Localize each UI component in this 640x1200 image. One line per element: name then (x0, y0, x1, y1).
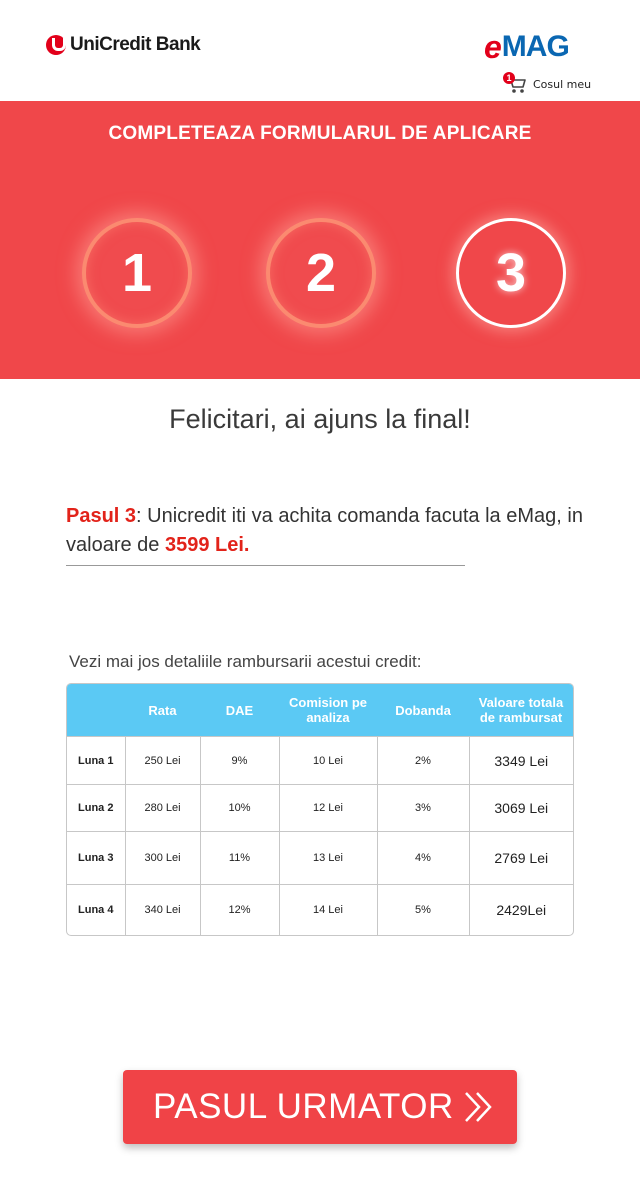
cart-link[interactable]: 1 Cosul meu (503, 72, 592, 96)
row-total: 3069 Lei (469, 784, 573, 832)
row-commission: 14 Lei (279, 884, 378, 935)
row-dae: 12% (200, 884, 280, 935)
double-chevron-right-icon (465, 1092, 492, 1122)
congrats-heading: Felicitari, ai ajuns la final! (169, 404, 471, 434)
table-caption: Vezi mai jos detaliile rambursarii acest… (69, 652, 422, 671)
row-dae: 10% (200, 784, 280, 832)
table-header-rata: Rata (125, 684, 200, 737)
step-1-number: 1 (121, 243, 153, 303)
table-header-valoare: Valoare totala de rambursat (469, 684, 573, 737)
banner-title: COMPLETEAZA FORMULARUL DE APLICARE (108, 123, 532, 144)
row-interest: 5% (377, 884, 470, 935)
row-rate: 280 Lei (125, 784, 201, 832)
step-2-number: 2 (305, 243, 337, 303)
emag-logo-mag: MAG (501, 30, 570, 63)
unicredit-logo-icon (46, 35, 66, 55)
row-dae: 9% (200, 736, 280, 785)
step-label: Pasul 3 (66, 505, 137, 527)
table-header-dae: DAE (200, 684, 279, 737)
row-rate: 250 Lei (125, 736, 201, 785)
next-step-button-label: PASUL URMATOR (153, 1087, 454, 1126)
row-commission: 10 Lei (279, 736, 378, 785)
row-total: 2429Lei (469, 884, 573, 935)
emag-logo-e: e (484, 28, 502, 65)
row-month: Luna 4 (67, 884, 126, 935)
table-row: Luna 2 280 Lei 10% 12 Lei 3% 3069 Lei (67, 784, 573, 832)
step-3-number: 3 (495, 243, 527, 303)
cart-count-badge: 1 (503, 72, 515, 84)
row-total: 3349 Lei (469, 736, 573, 785)
table-row: Luna 1 250 Lei 9% 10 Lei 2% 3349 Lei (67, 736, 573, 785)
row-commission: 13 Lei (279, 831, 378, 885)
table-row: Luna 3 300 Lei 11% 13 Lei 4% 2769 Lei (67, 831, 573, 885)
cart-label: Cosul meu (533, 77, 592, 91)
table-header-empty (67, 684, 125, 737)
header: UniCredit Bank e MAG 1 Cosul meu (0, 0, 640, 101)
cart-icon: 1 (503, 72, 527, 94)
step-text: : Unicredit iti va achita comanda facuta… (66, 505, 583, 556)
row-dae: 11% (200, 831, 280, 885)
order-amount: 3599 Lei. (164, 534, 250, 556)
row-total: 2769 Lei (469, 831, 573, 885)
table-header-dobanda: Dobanda (377, 684, 469, 737)
row-month: Luna 2 (67, 784, 126, 832)
table-header-comision: Comision pe analiza (279, 684, 377, 737)
table-row: Luna 4 340 Lei 12% 14 Lei 5% 2429Lei (67, 884, 573, 935)
emag-logo[interactable]: e MAG (484, 28, 570, 65)
row-commission: 12 Lei (279, 784, 378, 832)
step-1-circle: 1 (82, 218, 192, 328)
step-3-circle: 3 (456, 218, 566, 328)
row-rate: 300 Lei (125, 831, 201, 885)
unicredit-logo[interactable]: UniCredit Bank (46, 32, 201, 58)
step-description: Pasul 3: Unicredit iti va achita comanda… (66, 502, 586, 560)
unicredit-logo-text: UniCredit Bank (70, 34, 201, 55)
row-month: Luna 3 (67, 831, 126, 885)
row-interest: 4% (377, 831, 470, 885)
step-2-circle: 2 (266, 218, 376, 328)
steps-banner: COMPLETEAZA FORMULARUL DE APLICARE 1 2 3 (0, 101, 640, 379)
divider (66, 565, 465, 566)
repayment-table: Rata DAE Comision pe analiza Dobanda Val… (66, 683, 574, 936)
next-step-button[interactable]: PASUL URMATOR (123, 1070, 517, 1144)
row-month: Luna 1 (67, 736, 126, 785)
table-header-row: Rata DAE Comision pe analiza Dobanda Val… (67, 684, 573, 737)
row-interest: 3% (377, 784, 470, 832)
row-interest: 2% (377, 736, 470, 785)
row-rate: 340 Lei (125, 884, 201, 935)
